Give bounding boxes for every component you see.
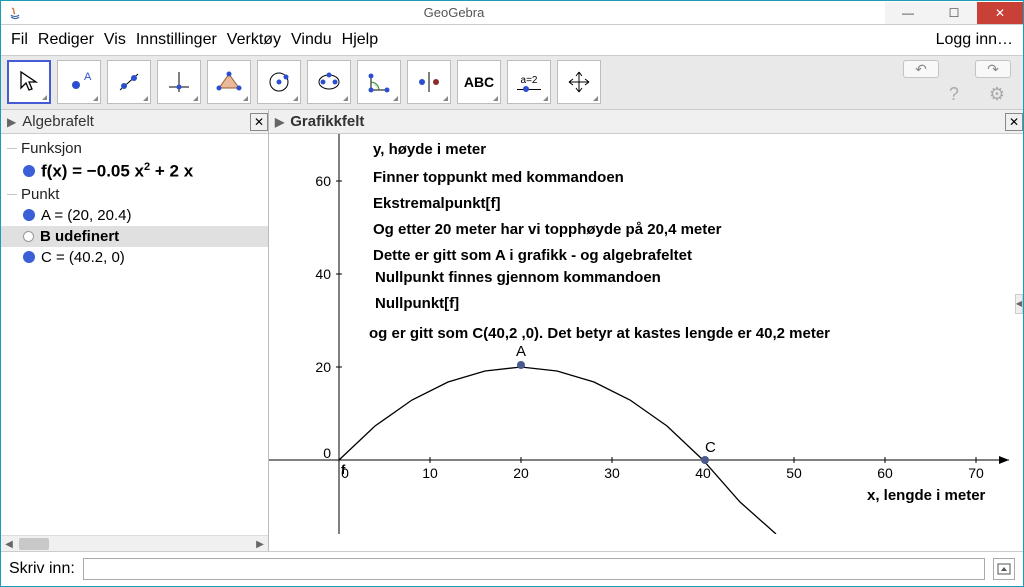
svg-text:60: 60: [315, 173, 331, 189]
toolbar-right: ↶ ↷ ? ⚙: [903, 60, 1017, 105]
svg-text:Nullpunkt[f]: Nullpunkt[f]: [375, 295, 459, 312]
menubar: Fil Rediger Vis Innstillinger Verktøy Vi…: [1, 25, 1023, 55]
svg-text:10: 10: [422, 465, 438, 481]
svg-text:Finner toppunkt med kommandoen: Finner toppunkt med kommandoen: [373, 169, 624, 186]
menu-fil[interactable]: Fil: [9, 29, 30, 51]
svg-text:50: 50: [786, 465, 802, 481]
tool-reflect[interactable]: [407, 60, 451, 104]
minimize-button[interactable]: —: [885, 2, 931, 24]
algebra-header[interactable]: ▶ Algebrafelt: [1, 110, 250, 133]
collapse-icon: —: [7, 143, 17, 154]
graphics-header[interactable]: ▶ Grafikkfelt: [269, 110, 1005, 133]
svg-text:70: 70: [968, 465, 984, 481]
svg-text:A: A: [516, 343, 526, 360]
scroll-left-icon[interactable]: ◀: [1, 536, 17, 552]
svg-text:Og etter 20 meter har vi topph: Og etter 20 meter har vi topphøyde på 20…: [373, 221, 722, 238]
section-funksjon[interactable]: —Funksjon: [1, 138, 268, 159]
menu-vindu[interactable]: Vindu: [289, 29, 334, 51]
svg-text:20: 20: [315, 359, 331, 375]
content: ▶ Algebrafelt ✕ —Funksjon f(x) = −0.05 x…: [1, 110, 1023, 551]
svg-text:30: 30: [604, 465, 620, 481]
window-controls: — ☐ ✕: [885, 2, 1023, 24]
titlebar: GeoGebra — ☐ ✕: [1, 1, 1023, 25]
scroll-thumb[interactable]: [19, 538, 49, 550]
svg-text:40: 40: [315, 266, 331, 282]
tool-move-view[interactable]: [557, 60, 601, 104]
fx-expression: f(x) = −0.05 x2 + 2 x: [41, 161, 193, 182]
tool-angle[interactable]: [357, 60, 401, 104]
menu-vis[interactable]: Vis: [102, 29, 128, 51]
abc-label: ABC: [464, 74, 494, 90]
graphics-close-button[interactable]: ✕: [1005, 113, 1023, 131]
input-label: Skriv inn:: [9, 560, 75, 578]
tool-line[interactable]: [107, 60, 151, 104]
tool-circle[interactable]: [257, 60, 301, 104]
svg-text:Nullpunkt finnes gjennom komma: Nullpunkt finnes gjennom kommandoen: [375, 269, 661, 286]
login-link[interactable]: Logg inn…: [934, 29, 1015, 51]
algebra-point-b[interactable]: B udefinert: [1, 226, 268, 247]
section-punkt[interactable]: —Punkt: [1, 184, 268, 205]
algebra-fx[interactable]: f(x) = −0.05 x2 + 2 x: [1, 159, 268, 184]
algebra-close-button[interactable]: ✕: [250, 113, 268, 131]
tool-move[interactable]: [7, 60, 51, 104]
tool-perpendicular[interactable]: [157, 60, 201, 104]
svg-text:20: 20: [513, 465, 529, 481]
algebra-body: —Funksjon f(x) = −0.05 x2 + 2 x —Punkt A…: [1, 134, 268, 535]
help-icon[interactable]: ?: [949, 84, 959, 105]
menu-rediger[interactable]: Rediger: [36, 29, 96, 51]
chevron-right-icon: ▶: [275, 115, 284, 129]
visibility-dot-icon[interactable]: [23, 165, 35, 177]
graphics-panel: ▶ Grafikkfelt ✕ 0 10 20 30: [269, 110, 1023, 551]
tool-ellipse[interactable]: [307, 60, 351, 104]
collapse-icon: —: [7, 189, 17, 200]
tool-text[interactable]: ABC: [457, 60, 501, 104]
svg-text:y, høyde i meter: y, høyde i meter: [373, 141, 486, 158]
close-button[interactable]: ✕: [977, 2, 1023, 24]
svg-text:40: 40: [695, 465, 711, 481]
graphics-title: Grafikkfelt: [290, 113, 364, 130]
panel-handle[interactable]: ◀: [1015, 294, 1023, 314]
svg-text:0: 0: [323, 445, 331, 461]
redo-button[interactable]: ↷: [975, 60, 1011, 78]
tool-point[interactable]: A: [57, 60, 101, 104]
visibility-dot-icon[interactable]: [23, 251, 35, 263]
input-bar: Skriv inn:: [1, 551, 1023, 586]
maximize-button[interactable]: ☐: [931, 2, 977, 24]
undo-button[interactable]: ↶: [903, 60, 939, 78]
svg-text:og er gitt som C(40,2 ,0). Det: og er gitt som C(40,2 ,0). Det betyr at …: [369, 325, 830, 342]
menu-hjelp[interactable]: Hjelp: [340, 29, 380, 51]
svg-text:Ekstremalpunkt[f]: Ekstremalpunkt[f]: [373, 195, 501, 212]
svg-text:x, lengde i meter: x, lengde i meter: [867, 487, 986, 504]
algebra-scrollbar[interactable]: ◀ ▶: [1, 535, 268, 551]
tool-polygon[interactable]: [207, 60, 251, 104]
toolbar: A ABC a=2 ↶ ↷ ? ⚙: [1, 55, 1023, 110]
svg-text:Dette er gitt som A i grafikk: Dette er gitt som A i grafikk - og algeb…: [373, 247, 692, 264]
menu-verktoy[interactable]: Verktøy: [225, 29, 283, 51]
window-title: GeoGebra: [23, 5, 885, 20]
algebra-title: Algebrafelt: [22, 113, 94, 130]
scroll-right-icon[interactable]: ▶: [252, 536, 268, 552]
algebra-panel: ▶ Algebrafelt ✕ —Funksjon f(x) = −0.05 x…: [1, 110, 269, 551]
tool-slider[interactable]: a=2: [507, 60, 551, 104]
visibility-dot-icon[interactable]: [23, 209, 35, 221]
gear-icon[interactable]: ⚙: [989, 84, 1005, 105]
svg-text:A: A: [84, 71, 92, 83]
visibility-dot-icon[interactable]: [23, 231, 34, 242]
command-input[interactable]: [83, 558, 985, 580]
svg-text:60: 60: [877, 465, 893, 481]
algebra-point-a[interactable]: A = (20, 20.4): [1, 205, 268, 226]
java-icon: [7, 5, 23, 21]
svg-text:f: f: [341, 462, 346, 477]
chevron-right-icon: ▶: [7, 115, 16, 129]
svg-text:C: C: [705, 439, 716, 456]
algebra-point-c[interactable]: C = (40.2, 0): [1, 247, 268, 268]
a2-label: a=2: [521, 75, 538, 86]
input-help-button[interactable]: [993, 558, 1015, 580]
app-window: GeoGebra — ☐ ✕ Fil Rediger Vis Innstilli…: [0, 0, 1024, 587]
graphics-canvas[interactable]: 0 10 20 30 40 50 60 70 0 20 40 60: [269, 134, 1023, 534]
menu-innstillinger[interactable]: Innstillinger: [134, 29, 219, 51]
